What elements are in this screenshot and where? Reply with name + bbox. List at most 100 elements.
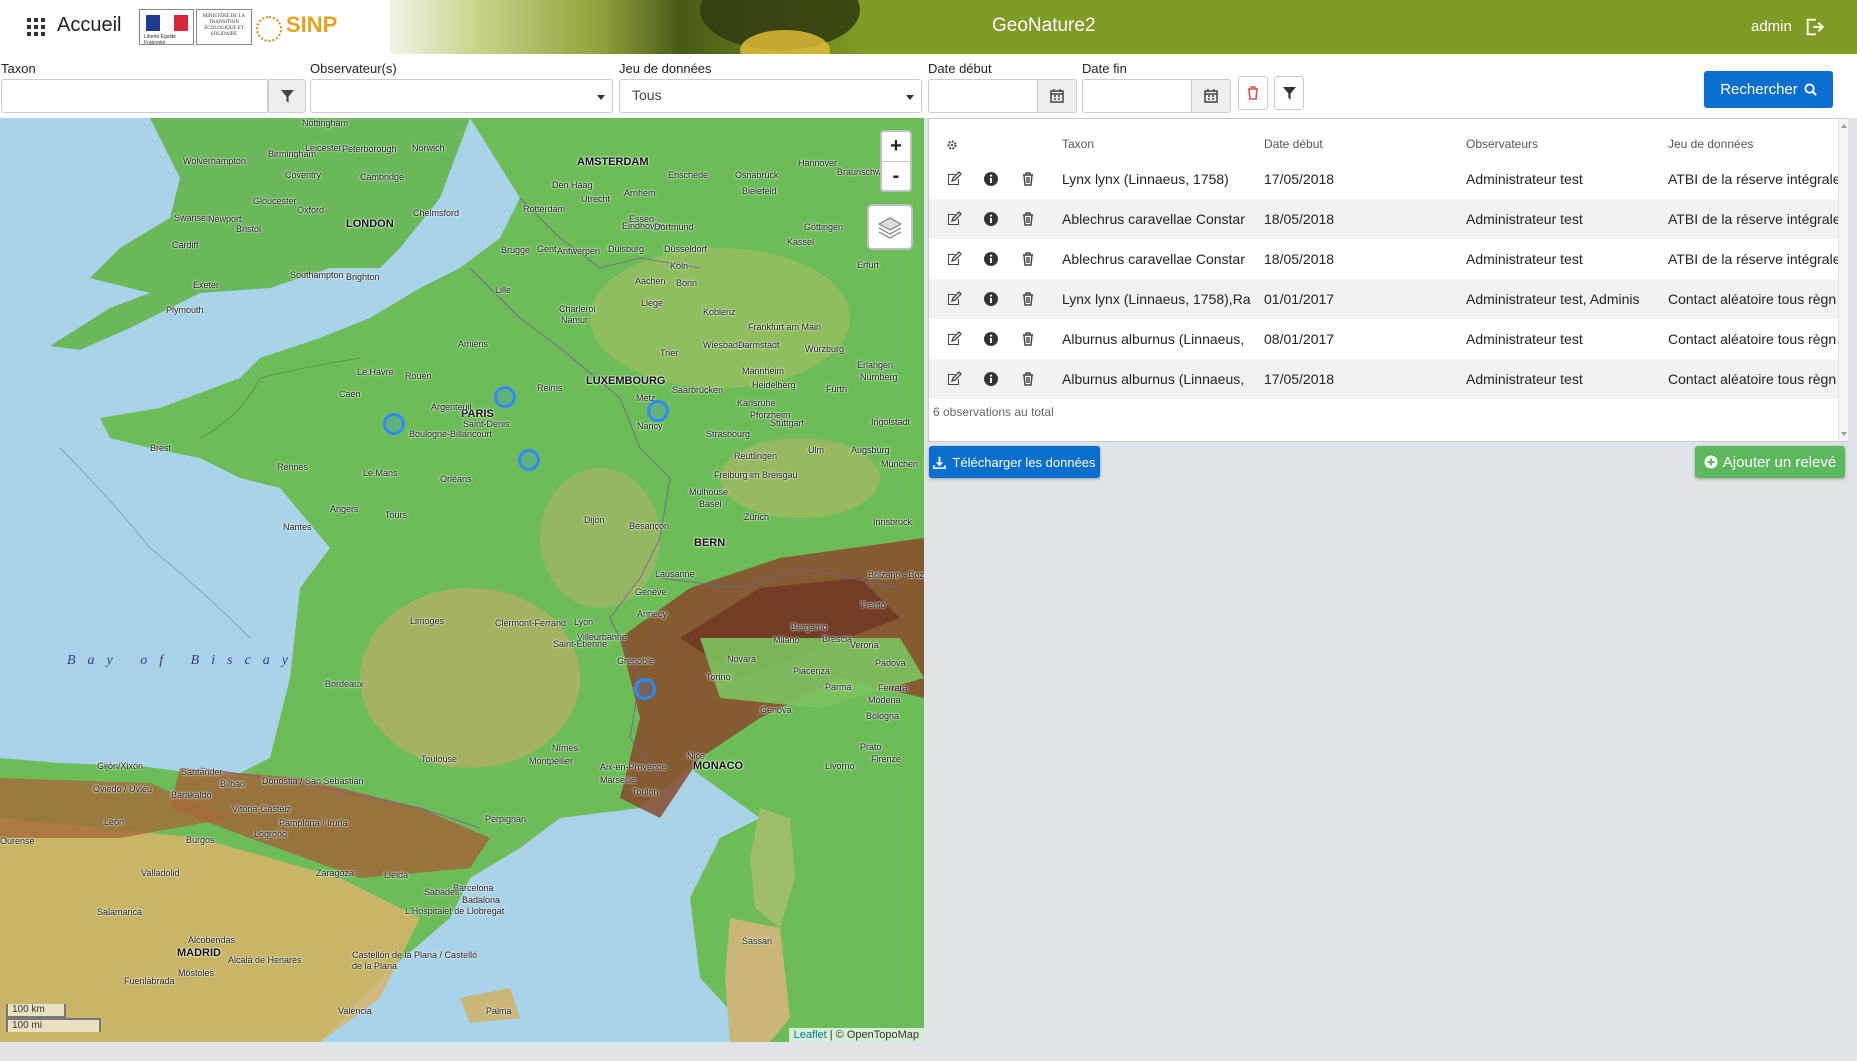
observation-marker[interactable] <box>518 449 540 471</box>
map-label-city: Nancy <box>637 421 663 431</box>
map-label-city: Liège <box>641 298 664 308</box>
zoom-in-button[interactable]: + <box>882 132 910 161</box>
map-label-city: Piacenza <box>793 666 831 676</box>
map-label-city: Arnhem <box>624 188 656 198</box>
edit-icon[interactable] <box>946 251 962 267</box>
map-label-city: Nottingham <box>302 118 349 128</box>
edit-icon[interactable] <box>946 291 962 307</box>
add-record-button[interactable]: Ajouter un relevé <box>1695 446 1845 478</box>
column-header-date[interactable]: Date début <box>1264 137 1323 151</box>
map-label-city: Torino <box>706 672 731 682</box>
observations-map[interactable]: LONDON AMSTERDAM PARIS LUXEMBOURG BERN M… <box>0 118 924 1042</box>
map-label-city: Augsburg <box>851 445 890 455</box>
gear-icon[interactable] <box>946 139 958 151</box>
map-label-city: Den Haag <box>552 180 593 190</box>
date-start-calendar-button[interactable] <box>1037 79 1077 113</box>
map-label-city: Nice <box>687 751 706 761</box>
map-label-city: Logroño <box>254 829 288 839</box>
edit-icon[interactable] <box>946 371 962 387</box>
plus-circle-icon <box>1704 455 1718 469</box>
trash-icon[interactable] <box>1020 171 1036 187</box>
table-row[interactable]: Lynx lynx (Linnaeus, 1758) 17/05/2018 Admi… <box>929 159 1839 199</box>
dataset-select[interactable]: Tous <box>619 79 922 113</box>
trash-icon[interactable] <box>1020 371 1036 387</box>
map-label-city: Zaragoza <box>316 868 355 878</box>
cell-dataset: ATBI de la réserve intégrale <box>1668 171 1838 187</box>
scale-mi: 100 mi <box>6 1018 101 1032</box>
leaflet-link[interactable]: Leaflet <box>794 1029 827 1041</box>
download-data-button[interactable]: Télécharger les données <box>929 446 1100 478</box>
map-label-city: Nantes <box>283 522 312 532</box>
app-title: GeoNature2 <box>992 15 1096 36</box>
observers-select[interactable] <box>310 79 613 113</box>
map-label-city: Saint-Étienne <box>553 639 608 649</box>
info-icon[interactable] <box>983 211 999 227</box>
date-end-input[interactable] <box>1082 79 1192 113</box>
map-label-city: León <box>104 817 125 827</box>
table-scrollbar[interactable] <box>1838 119 1848 441</box>
date-end-calendar-button[interactable] <box>1191 79 1231 113</box>
map-label-city: Koblenz <box>703 307 736 317</box>
map-label-city: Karlsruhe <box>737 398 776 408</box>
observation-marker[interactable] <box>647 400 669 422</box>
table-row[interactable]: Ablechrus caravellae Constar 18/05/2018 Ad… <box>929 239 1839 279</box>
cell-observers: Administrateur test <box>1466 251 1583 267</box>
taxon-advanced-filter-button[interactable] <box>268 79 306 113</box>
map-label-city: Peterborough <box>342 144 397 154</box>
search-filters: Taxon Observateur(s) Jeu de données Tous… <box>0 54 1857 118</box>
map-label-city: Erlangen <box>857 360 894 370</box>
search-button[interactable]: Rechercher <box>1704 71 1833 108</box>
trash-icon[interactable] <box>1020 291 1036 307</box>
info-icon[interactable] <box>983 171 999 187</box>
info-icon[interactable] <box>983 371 999 387</box>
column-header-dataset[interactable]: Jeu de données <box>1668 137 1753 151</box>
map-label-city: Gijón/Xixón <box>97 761 144 771</box>
cell-date: 08/01/2017 <box>1264 331 1335 347</box>
table-footer-count: 6 observations au total <box>933 405 1054 419</box>
map-label-city: Besançon <box>629 521 670 531</box>
map-label-city: Norwich <box>412 143 445 153</box>
attribution-text: | © OpenTopoMap <box>829 1029 919 1041</box>
trash-icon[interactable] <box>1020 211 1036 227</box>
user-name[interactable]: admin <box>1751 18 1792 35</box>
republique-francaise-logo: Liberté Égalité Fraternité <box>139 9 194 46</box>
trash-icon[interactable] <box>1020 331 1036 347</box>
date-start-input[interactable] <box>928 79 1038 113</box>
info-icon[interactable] <box>983 331 999 347</box>
edit-icon[interactable] <box>946 331 962 347</box>
advanced-filters-button[interactable] <box>1274 76 1304 110</box>
map-label-city: Würzburg <box>805 344 845 354</box>
table-row[interactable]: Ablechrus caravellae Constar 18/05/2018 Ad… <box>929 199 1839 239</box>
edit-icon[interactable] <box>946 171 962 187</box>
info-icon[interactable] <box>983 251 999 267</box>
table-row[interactable]: Alburnus alburnus (Linnaeus, 17/05/2018 Ad… <box>929 359 1839 399</box>
taxon-label: Taxon <box>1 61 36 76</box>
edit-icon[interactable] <box>946 211 962 227</box>
clear-filters-button[interactable] <box>1238 76 1268 110</box>
taxon-input[interactable] <box>1 79 268 113</box>
info-icon[interactable] <box>983 291 999 307</box>
observation-marker[interactable] <box>383 413 405 435</box>
trash-icon[interactable] <box>1020 251 1036 267</box>
cell-taxon: Ablechrus caravellae Constar <box>1062 251 1245 267</box>
cell-date: 18/05/2018 <box>1264 251 1335 267</box>
cell-dataset: Contact aléatoire tous règn <box>1668 371 1837 387</box>
column-header-taxon[interactable]: Taxon <box>1062 137 1094 151</box>
table-row[interactable]: Alburnus alburnus (Linnaeus, 08/01/2017 Ad… <box>929 319 1839 359</box>
date-start-label: Date début <box>928 61 992 76</box>
layers-control-button[interactable] <box>867 204 913 250</box>
observation-marker[interactable] <box>494 386 516 408</box>
table-header: Taxon Date début Observateurs Jeu de don… <box>929 134 1839 156</box>
logout-icon[interactable] <box>1804 16 1826 38</box>
cell-dataset: ATBI de la réserve intégrale <box>1668 251 1838 267</box>
zoom-out-button[interactable]: - <box>882 161 910 190</box>
calendar-icon <box>1050 89 1064 103</box>
map-label-city: Brest <box>150 443 172 453</box>
home-link[interactable]: Accueil <box>57 14 121 37</box>
map-label-city: Bonn <box>676 278 698 288</box>
table-row[interactable]: Lynx lynx (Linnaeus, 1758),Ra 01/01/2017 A… <box>929 279 1839 319</box>
observation-marker[interactable] <box>634 678 656 700</box>
column-header-observers[interactable]: Observateurs <box>1466 137 1538 151</box>
apps-grid-icon[interactable] <box>27 18 45 36</box>
map-label-city: Perpignan <box>485 814 527 824</box>
